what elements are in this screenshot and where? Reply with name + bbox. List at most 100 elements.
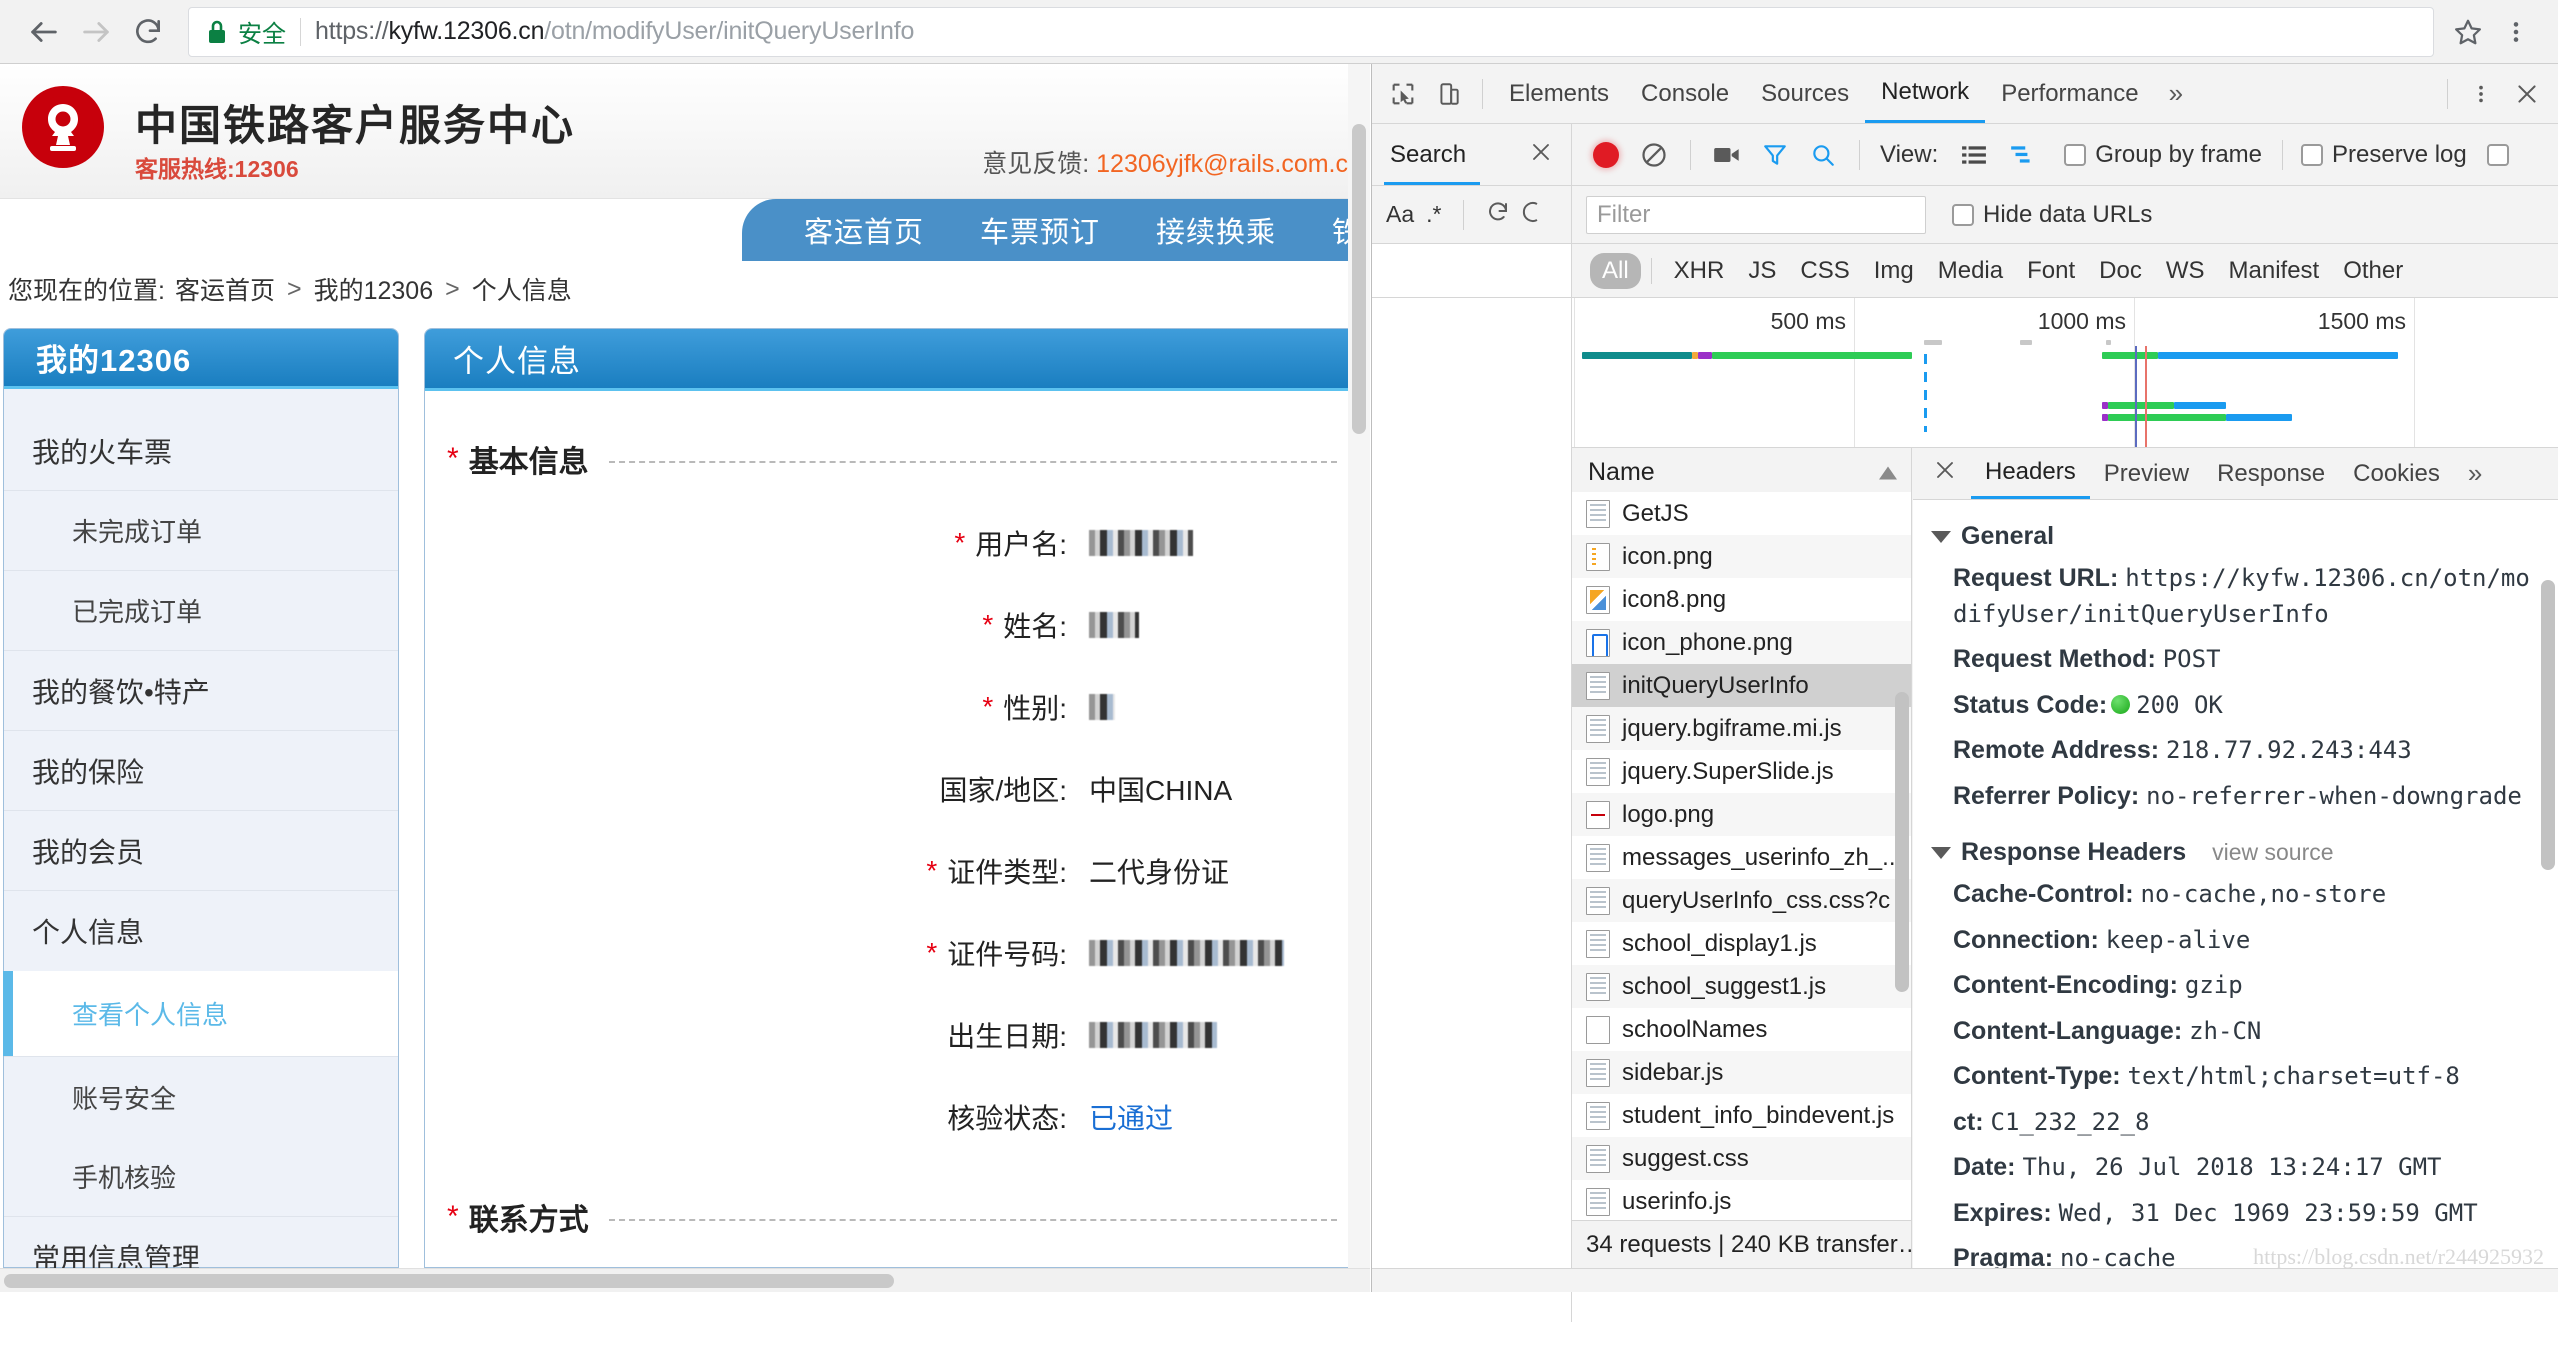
type-filter-font[interactable]: Font (2015, 253, 2087, 289)
verification-status-link[interactable]: 已通过 (1089, 1097, 1173, 1137)
disable-cache-checkbox[interactable] (2486, 143, 2509, 166)
table-row[interactable]: school_suggest1.js (1572, 965, 1911, 1008)
page-vertical-scrollbar[interactable] (1348, 64, 1370, 1268)
type-filter-doc[interactable]: Doc (2087, 253, 2154, 289)
table-row[interactable]: jquery.bgiframe.mi.js (1572, 707, 1911, 750)
kebab-menu-icon[interactable] (2492, 8, 2540, 56)
preserve-log-checkbox[interactable]: Preserve log (2301, 141, 2467, 169)
scrollbar-thumb[interactable] (1352, 124, 1366, 434)
table-row[interactable]: school_display1.js (1572, 922, 1911, 965)
type-filter-manifest[interactable]: Manifest (2217, 253, 2332, 289)
close-icon[interactable] (1919, 458, 1971, 489)
table-row[interactable]: schoolNames (1572, 1008, 1911, 1051)
sidebar-item-membership[interactable]: 我的会员 (4, 811, 398, 891)
nav-item-ticket-booking[interactable]: 车票预订 (970, 209, 1110, 251)
list-view-icon[interactable] (1952, 133, 1996, 177)
sidebar-item-catering[interactable]: 我的餐饮•特产 (4, 651, 398, 731)
tab-network[interactable]: Network (1865, 65, 1986, 123)
nav-item-transfer[interactable]: 接续换乘 (1146, 209, 1286, 251)
general-section-header[interactable]: General (1931, 522, 2541, 551)
tab-response[interactable]: Response (2203, 448, 2339, 499)
chevron-double-right-icon[interactable]: » (2454, 458, 2496, 489)
type-filter-ws[interactable]: WS (2154, 253, 2217, 289)
inspect-element-icon[interactable] (1380, 71, 1426, 117)
checkbox-box[interactable] (2301, 143, 2323, 166)
feedback-email[interactable]: 12306yjfk@rails.com.c (1096, 150, 1348, 178)
table-row[interactable]: jquery.SuperSlide.js (1572, 750, 1911, 793)
tab-console[interactable]: Console (1625, 65, 1745, 123)
tab-cookies[interactable]: Cookies (2339, 448, 2454, 499)
sidebar-item-insurance[interactable]: 我的保险 (4, 731, 398, 811)
type-filter-other[interactable]: Other (2331, 253, 2415, 289)
hide-data-urls-checkbox[interactable]: Hide data URLs (1952, 201, 2152, 229)
sidebar-item-view-personal-info[interactable]: 查看个人信息 (3, 971, 398, 1057)
table-row[interactable]: initQueryUserInfo (1572, 664, 1911, 707)
chevron-down-icon[interactable] (1931, 846, 1951, 859)
detail-pane-scrollbar[interactable] (2541, 570, 2555, 1330)
regex-icon[interactable]: .* (1426, 201, 1441, 228)
table-row[interactable]: icon8.png (1572, 578, 1911, 621)
record-button[interactable] (1584, 133, 1628, 177)
close-icon[interactable] (1529, 140, 1553, 169)
checkbox-box[interactable] (2486, 143, 2509, 166)
waterfall-view-icon[interactable] (2000, 133, 2044, 177)
type-filter-media[interactable]: Media (1926, 253, 2015, 289)
sidebar-item-personal-info[interactable]: 个人信息 (4, 891, 398, 971)
network-list-scrollbar[interactable] (1895, 502, 1909, 1192)
device-toolbar-icon[interactable] (1426, 71, 1472, 117)
address-bar[interactable]: 安全 https://kyfw.12306.cn/otn/modifyUser/… (188, 6, 2434, 57)
filter-input[interactable]: Filter (1586, 195, 1926, 234)
breadcrumb-item-my12306[interactable]: 我的12306 (314, 271, 434, 307)
checkbox-box[interactable] (2064, 143, 2087, 166)
chevron-down-icon[interactable] (1931, 530, 1951, 543)
scrollbar-thumb[interactable] (4, 1274, 894, 1288)
table-row[interactable]: suggest.css (1572, 1137, 1911, 1180)
view-source-link[interactable]: view source (2212, 839, 2333, 866)
match-case-icon[interactable]: Aa (1386, 201, 1414, 228)
network-list-column-header[interactable]: Name (1572, 448, 1911, 498)
sidebar-item-account-security[interactable]: 账号安全 (4, 1057, 398, 1137)
funnel-filter-icon[interactable] (1753, 133, 1797, 177)
table-row[interactable]: GetJS (1572, 492, 1911, 535)
tab-elements[interactable]: Elements (1493, 65, 1625, 123)
back-arrow-icon[interactable] (18, 6, 70, 58)
tab-sources[interactable]: Sources (1745, 65, 1865, 123)
sidebar-item-my-tickets[interactable]: 我的火车票 (4, 411, 398, 491)
tab-preview[interactable]: Preview (2090, 448, 2203, 499)
table-row[interactable]: icon_phone.png (1572, 621, 1911, 664)
type-filter-img[interactable]: Img (1862, 253, 1926, 289)
screenshot-camera-icon[interactable] (1705, 133, 1749, 177)
type-filter-all[interactable]: All (1590, 252, 1641, 289)
clear-network-icon[interactable] (1632, 133, 1676, 177)
type-filter-css[interactable]: CSS (1788, 253, 1861, 289)
refresh-icon[interactable] (1486, 200, 1510, 230)
sidebar-item-unfinished-orders[interactable]: 未完成订单 (4, 491, 398, 571)
sort-ascending-icon[interactable] (1879, 466, 1897, 479)
checkbox-box[interactable] (1952, 203, 1974, 226)
clear-icon[interactable] (1522, 200, 1546, 230)
close-icon[interactable] (2504, 71, 2550, 117)
table-row[interactable]: messages_userinfo_zh_.. (1572, 836, 1911, 879)
table-row[interactable]: icon.png (1572, 535, 1911, 578)
response-headers-section-header[interactable]: Response Headers view source (1931, 838, 2541, 867)
nav-item-home[interactable]: 客运首页 (794, 209, 934, 251)
chevron-double-right-icon[interactable]: » (2155, 78, 2197, 109)
tab-headers[interactable]: Headers (1971, 448, 2090, 499)
reload-icon[interactable] (122, 6, 174, 58)
scrollbar-thumb[interactable] (1895, 692, 1909, 992)
table-row[interactable]: sidebar.js (1572, 1051, 1911, 1094)
type-filter-xhr[interactable]: XHR (1662, 253, 1737, 289)
table-row[interactable]: logo.png (1572, 793, 1911, 836)
network-request-list[interactable]: Name GetJS icon.png icon8.png icon_phone… (1572, 448, 1912, 1268)
table-row[interactable]: userinfo.js (1572, 1180, 1911, 1223)
scrollbar-thumb[interactable] (2541, 580, 2555, 870)
breadcrumb-item-home[interactable]: 客运首页 (175, 271, 275, 307)
type-filter-js[interactable]: JS (1736, 253, 1788, 289)
kebab-menu-icon[interactable] (2458, 71, 2504, 117)
tab-performance[interactable]: Performance (1985, 65, 2154, 123)
group-by-frame-checkbox[interactable]: Group by frame (2064, 141, 2262, 169)
search-magnifier-icon[interactable] (1801, 133, 1845, 177)
page-horizontal-scrollbar[interactable] (0, 1268, 1370, 1292)
sidebar-item-finished-orders[interactable]: 已完成订单 (4, 571, 398, 651)
table-row[interactable]: queryUserInfo_css.css?c (1572, 879, 1911, 922)
